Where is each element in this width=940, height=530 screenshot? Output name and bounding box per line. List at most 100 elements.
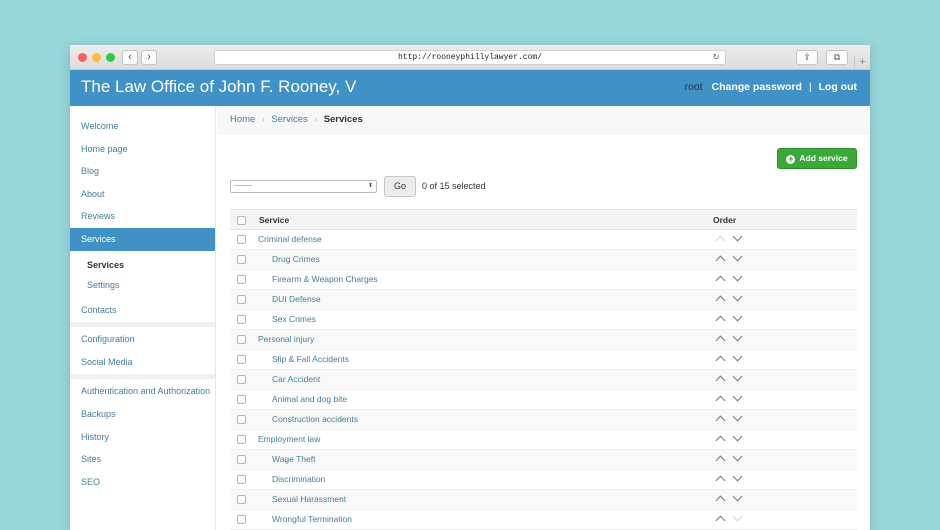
show-tabs-button[interactable]: ⧉ <box>826 50 848 65</box>
move-up-icon[interactable] <box>714 313 728 325</box>
move-up-icon[interactable] <box>714 253 728 265</box>
service-link[interactable]: Personal injury <box>258 334 314 344</box>
move-up-icon[interactable] <box>714 473 728 485</box>
change-password-link[interactable]: Change password <box>712 81 802 93</box>
move-down-icon[interactable] <box>731 253 745 265</box>
sidebar-item-configuration[interactable]: Configuration <box>70 328 215 351</box>
move-down-icon[interactable] <box>731 493 745 505</box>
reload-icon[interactable]: ↻ <box>713 51 719 64</box>
select-all-checkbox[interactable] <box>237 216 246 225</box>
sidebar-item-reviews[interactable]: Reviews <box>70 205 215 228</box>
service-link[interactable]: Drug Crimes <box>272 254 320 264</box>
move-down-icon[interactable] <box>731 313 745 325</box>
breadcrumb-services[interactable]: Services <box>271 114 307 125</box>
sidebar-item-social-media[interactable]: Social Media <box>70 351 215 374</box>
zoom-window-icon[interactable] <box>106 53 115 62</box>
row-checkbox[interactable] <box>237 375 246 384</box>
site-title[interactable]: The Law Office of John F. Rooney, V <box>81 77 356 97</box>
move-up-icon[interactable] <box>714 333 728 345</box>
move-up-icon[interactable] <box>714 413 728 425</box>
sidebar-item-services[interactable]: Services <box>70 227 215 251</box>
add-service-button[interactable]: + Add service <box>777 148 857 169</box>
move-up-icon[interactable] <box>714 293 728 305</box>
move-down-icon[interactable] <box>731 293 745 305</box>
row-checkbox[interactable] <box>237 295 246 304</box>
order-controls <box>714 493 748 507</box>
order-controls <box>714 353 748 367</box>
service-link[interactable]: Sex Crimes <box>272 314 316 324</box>
move-up-icon[interactable] <box>714 353 728 365</box>
move-down-icon[interactable] <box>731 413 745 425</box>
close-window-icon[interactable] <box>78 53 87 62</box>
sidebar-item-seo[interactable]: SEO <box>70 471 215 494</box>
sidebar-item-authentication[interactable]: Authentication and Authorization <box>70 380 215 403</box>
service-link[interactable]: Discrimination <box>272 474 325 484</box>
service-link[interactable]: DUI Defense <box>272 294 321 304</box>
sidebar-item-backups[interactable]: Backups <box>70 403 215 426</box>
service-link[interactable]: Criminal defense <box>258 234 322 244</box>
column-header-service[interactable]: Service <box>259 215 289 225</box>
sidebar-item-contacts[interactable]: Contacts <box>70 299 215 322</box>
row-checkbox[interactable] <box>237 495 246 504</box>
service-link[interactable]: Wage Theft <box>272 454 315 464</box>
move-up-icon[interactable] <box>714 273 728 285</box>
move-up-icon[interactable] <box>714 493 728 505</box>
column-header-order[interactable]: Order <box>713 215 736 225</box>
move-up-icon[interactable] <box>714 433 728 445</box>
row-checkbox[interactable] <box>237 355 246 364</box>
service-link[interactable]: Wrongful Termination <box>272 514 352 524</box>
user-tools-separator: | <box>808 81 812 93</box>
logout-link[interactable]: Log out <box>819 81 857 93</box>
move-up-icon[interactable] <box>714 513 728 525</box>
move-down-icon[interactable] <box>731 473 745 485</box>
row-checkbox[interactable] <box>237 255 246 264</box>
table-row: Firearm & Weapon Charges <box>230 270 857 290</box>
sidebar-subitem-settings[interactable]: Settings <box>70 275 215 295</box>
service-link[interactable]: Car Accident <box>272 374 320 384</box>
forward-button[interactable]: › <box>141 50 157 65</box>
move-down-icon[interactable] <box>731 273 745 285</box>
move-up-icon[interactable] <box>714 393 728 405</box>
row-checkbox[interactable] <box>237 235 246 244</box>
share-button[interactable]: ⇪ <box>796 50 818 65</box>
row-checkbox[interactable] <box>237 515 246 524</box>
sidebar-item-welcome[interactable]: Welcome <box>70 115 215 138</box>
row-checkbox[interactable] <box>237 275 246 284</box>
service-link[interactable]: Sexual Harassment <box>272 494 346 504</box>
row-checkbox[interactable] <box>237 335 246 344</box>
move-down-icon[interactable] <box>731 373 745 385</box>
user-tools: root Change password | Log out <box>684 81 857 93</box>
service-link[interactable]: Construction accidents <box>272 414 358 424</box>
sidebar-item-about[interactable]: About <box>70 183 215 206</box>
service-link[interactable]: Animal and dog bite <box>272 394 347 404</box>
row-checkbox[interactable] <box>237 475 246 484</box>
row-checkbox[interactable] <box>237 415 246 424</box>
move-down-icon[interactable] <box>731 353 745 365</box>
minimize-window-icon[interactable] <box>92 53 101 62</box>
address-bar[interactable]: http://rooneyphillylawyer.com/ ↻ <box>214 50 726 65</box>
move-down-icon[interactable] <box>731 333 745 345</box>
row-checkbox[interactable] <box>237 435 246 444</box>
move-down-icon[interactable] <box>731 433 745 445</box>
new-tab-button[interactable]: + <box>854 56 870 70</box>
service-link[interactable]: Firearm & Weapon Charges <box>272 274 378 284</box>
sidebar-item-blog[interactable]: Blog <box>70 160 215 183</box>
move-up-icon[interactable] <box>714 453 728 465</box>
sidebar-item-sites[interactable]: Sites <box>70 448 215 471</box>
row-checkbox[interactable] <box>237 315 246 324</box>
action-select[interactable]: --------- ⬍ <box>230 180 377 193</box>
sidebar-item-history[interactable]: History <box>70 426 215 449</box>
service-link[interactable]: Slip & Fall Accidents <box>272 354 349 364</box>
breadcrumb-home[interactable]: Home <box>230 114 255 125</box>
go-button[interactable]: Go <box>384 176 416 197</box>
service-link[interactable]: Employment law <box>258 434 320 444</box>
move-up-icon[interactable] <box>714 373 728 385</box>
move-down-icon[interactable] <box>731 233 745 245</box>
move-down-icon[interactable] <box>731 393 745 405</box>
sidebar-item-home-page[interactable]: Home page <box>70 138 215 161</box>
back-button[interactable]: ‹ <box>122 50 138 65</box>
move-down-icon[interactable] <box>731 453 745 465</box>
sidebar-subitem-services[interactable]: Services <box>70 255 215 275</box>
row-checkbox[interactable] <box>237 455 246 464</box>
row-checkbox[interactable] <box>237 395 246 404</box>
